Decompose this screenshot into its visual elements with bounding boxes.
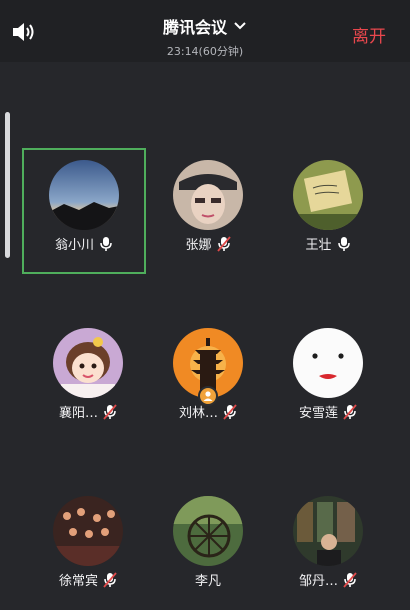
avatar-library-image (293, 496, 363, 566)
scrollbar[interactable] (5, 112, 10, 258)
leave-button[interactable]: 离开 (352, 22, 386, 47)
avatar-face-drawing-image (293, 328, 363, 398)
participant-tile[interactable]: 徐常宾 (26, 484, 150, 610)
avatar (293, 496, 363, 566)
avatar-note-image (293, 160, 363, 230)
meeting-title[interactable]: 腾讯会议 (163, 14, 247, 38)
participant-name: 王壮 (305, 238, 332, 253)
participant-name: 徐常宾 (58, 574, 98, 589)
name-row: 邹丹… (266, 570, 390, 589)
avatar (173, 160, 243, 230)
participant-tile[interactable]: 刘林… (146, 316, 270, 442)
microphone-muted-icon (216, 235, 231, 252)
microphone-muted-icon (343, 571, 357, 588)
top-bar: 腾讯会议 23:14(60分钟) 离开 (0, 0, 410, 62)
avatar-cartoon-girl-image (53, 328, 123, 398)
avatar-portrait-image (173, 160, 243, 230)
avatar (53, 496, 123, 566)
participant-tile[interactable]: 邹丹… (266, 484, 390, 610)
participant-name: 刘林… (178, 406, 218, 421)
chevron-down-icon (234, 22, 246, 30)
microphone-muted-icon (343, 403, 357, 420)
participant-name: 李凡 (194, 574, 221, 589)
avatar (53, 328, 123, 398)
name-row: 襄阳… (26, 402, 150, 421)
name-row: 安雪莲 (266, 402, 390, 421)
meeting-title-text: 腾讯会议 (162, 18, 227, 37)
avatar-landscape-image (49, 160, 119, 230)
participant-name: 邹丹… (298, 574, 338, 589)
avatar-waterwheel-image (173, 496, 243, 566)
participant-name: 襄阳… (58, 406, 98, 421)
name-row: 王壮 (266, 234, 390, 253)
participant-tile[interactable]: 安雪莲 (266, 316, 390, 442)
participant-tile[interactable]: 翁小川 (22, 148, 146, 274)
avatar (293, 160, 363, 230)
participant-name: 安雪莲 (298, 406, 338, 421)
avatar-audience-image (53, 496, 123, 566)
participant-tile[interactable]: 王壮 (266, 148, 390, 274)
meeting-duration: 23:14(60分钟) (166, 45, 244, 58)
microphone-muted-icon (103, 571, 117, 588)
microphone-icon (337, 236, 350, 251)
microphone-muted-icon (103, 403, 117, 420)
participant-name: 翁小川 (54, 238, 94, 253)
avatar (293, 328, 363, 398)
meeting-title-area: 腾讯会议 23:14(60分钟) (0, 14, 410, 59)
participant-grid: 翁小川 张娜 王壮 襄阳… 刘林… 安雪莲 徐常宾 李凡 邹丹… (22, 148, 390, 600)
name-row: 刘林… (146, 402, 270, 421)
avatar (49, 160, 119, 230)
microphone-muted-icon (223, 403, 237, 420)
microphone-icon (100, 236, 112, 251)
participant-tile[interactable]: 李凡 (146, 484, 270, 610)
participant-tile[interactable]: 张娜 (146, 148, 270, 274)
name-row: 张娜 (146, 234, 270, 253)
name-row: 李凡 (146, 570, 270, 589)
avatar (173, 496, 243, 566)
participant-name: 张娜 (185, 238, 212, 253)
name-row: 翁小川 (22, 234, 146, 253)
participant-tile[interactable]: 襄阳… (26, 316, 150, 442)
name-row: 徐常宾 (26, 570, 150, 589)
